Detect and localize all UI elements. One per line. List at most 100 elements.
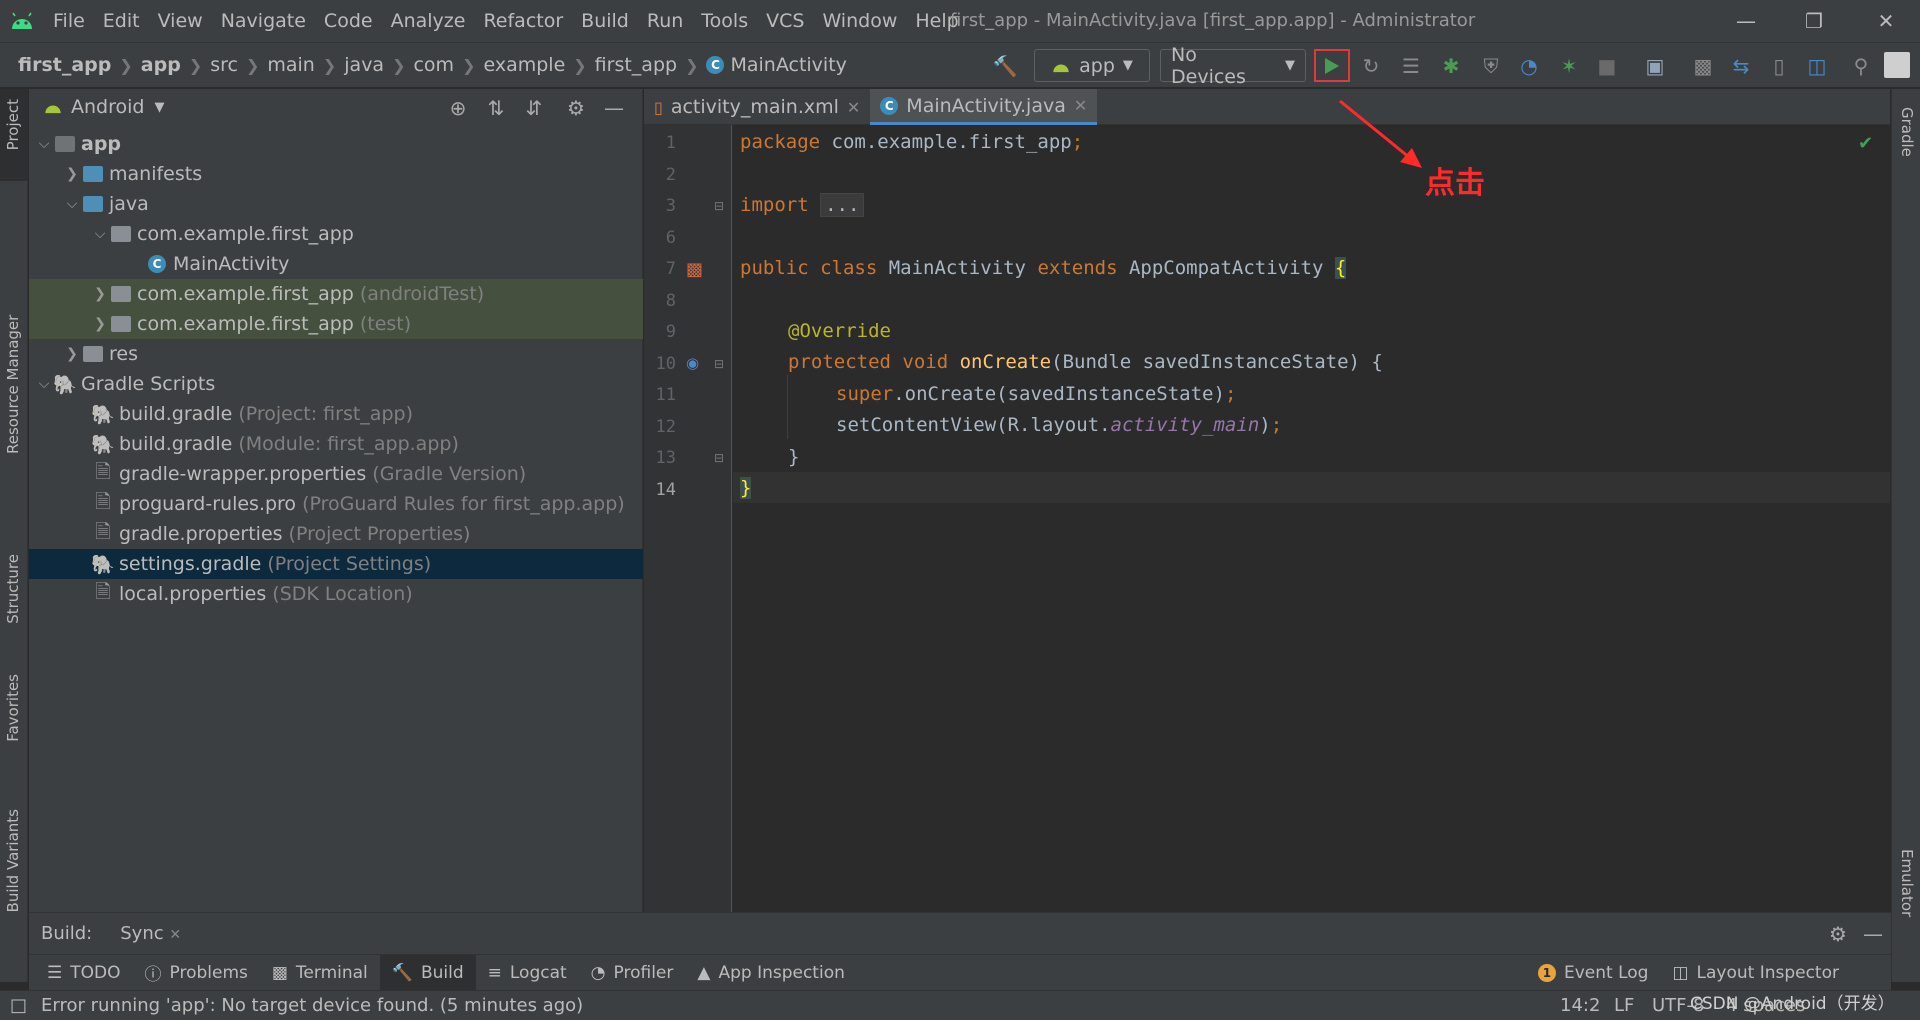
project-structure-icon[interactable]: ▣ (1640, 49, 1670, 82)
hide-panel-icon[interactable]: — (1863, 922, 1883, 946)
tree-node-proguard-rules[interactable]: 🗎 proguard-rules.pro (ProGuard Rules for… (29, 489, 643, 519)
tool-tab-favorites[interactable]: Favorites (4, 674, 22, 742)
override-method-gutter-icon[interactable]: ◉ (686, 354, 699, 372)
tree-node-app[interactable]: ⌵ app (29, 129, 643, 159)
tab-profiler[interactable]: ◔ Profiler (579, 955, 686, 991)
sync-gradle-icon[interactable]: ⇆ (1726, 49, 1756, 82)
breadcrumb-item[interactable]: main ❯ (267, 54, 344, 76)
tool-tab-emulator[interactable]: Emulator (1898, 849, 1916, 917)
breadcrumb-item[interactable]: example ❯ (483, 54, 594, 76)
menu-view[interactable]: View (149, 0, 212, 42)
menu-vcs[interactable]: VCS (757, 0, 813, 42)
tab-todo[interactable]: ☰ TODO (35, 955, 133, 991)
fold-marker-icon[interactable]: ⊟ (714, 357, 724, 371)
tree-node-build-gradle-module[interactable]: 🐘 build.gradle (Module: first_app.app) (29, 429, 643, 459)
menu-tools[interactable]: Tools (692, 0, 757, 42)
breadcrumb-item[interactable]: app ❯ (141, 54, 210, 76)
menu-build[interactable]: Build (572, 0, 638, 42)
gear-icon[interactable]: ⚙ (1829, 922, 1847, 946)
dropdown-arrow-icon[interactable]: ▼ (154, 100, 164, 115)
close-tab-icon[interactable]: ✕ (1074, 96, 1087, 115)
tree-node-build-gradle-project[interactable]: 🐘 build.gradle (Project: first_app) (29, 399, 643, 429)
close-tab-icon[interactable]: ✕ (169, 927, 181, 943)
tree-node-res[interactable]: ❯ res (29, 339, 643, 369)
android-layout-gutter-icon[interactable]: ▩ (686, 259, 703, 280)
tab-activity-main-xml[interactable]: ▯ activity_main.xml ✕ (644, 89, 870, 125)
breadcrumb-item[interactable]: src ❯ (210, 54, 267, 76)
tree-node-package[interactable]: ⌵ com.example.first_app (29, 219, 643, 249)
tool-tab-gradle[interactable]: Gradle (1898, 107, 1916, 157)
menu-code[interactable]: Code (315, 0, 382, 42)
close-tab-icon[interactable]: ✕ (847, 98, 860, 117)
breadcrumb-item[interactable]: first_app ❯ (595, 54, 707, 76)
search-icon[interactable]: ⚲ (1846, 49, 1876, 82)
tab-layout-inspector[interactable]: ◫ Layout Inspector (1660, 955, 1851, 991)
close-window-button[interactable]: ✕ (1856, 0, 1916, 42)
breadcrumb-item[interactable]: java ❯ (344, 54, 413, 76)
apply-code-changes-icon[interactable]: ☰ (1396, 49, 1426, 82)
cursor-position[interactable]: 14:2 (1560, 995, 1600, 1016)
folded-imports[interactable]: ... (820, 193, 865, 217)
breadcrumb-item[interactable]: C MainActivity (706, 54, 847, 76)
breadcrumb-item[interactable]: first_app ❯ (18, 54, 141, 76)
expand-all-icon[interactable]: ⇅ (483, 95, 509, 121)
collapse-all-icon[interactable]: ⇵ (521, 95, 547, 121)
project-view-select[interactable]: Android (71, 96, 144, 118)
restore-button[interactable]: ❐ (1784, 0, 1844, 42)
tree-node-package-androidtest[interactable]: ❯ com.example.first_app (androidTest) (29, 279, 643, 309)
tool-tab-structure[interactable]: Structure (4, 554, 22, 624)
fold-marker-icon[interactable]: ⊟ (714, 451, 724, 465)
make-project-hammer-icon[interactable]: 🔨 (990, 49, 1020, 82)
device-manager-icon[interactable]: ▯ (1764, 49, 1794, 82)
tool-tab-build-variants[interactable]: Build Variants (4, 809, 22, 912)
profile-icon[interactable]: ◔ (1514, 49, 1544, 82)
device-select[interactable]: No Devices ▼ (1160, 44, 1306, 88)
debug-bug-icon[interactable]: ✱ (1436, 49, 1466, 82)
tree-node-manifests[interactable]: ❯ manifests (29, 159, 643, 189)
menu-analyze[interactable]: Analyze (382, 0, 475, 42)
avatar[interactable] (1884, 52, 1910, 78)
terminal-window-icon[interactable]: ▩ (1688, 49, 1718, 82)
tree-node-mainactivity[interactable]: C MainActivity (29, 249, 643, 279)
tree-node-gradle-scripts[interactable]: ⌵ 🐘 Gradle Scripts (29, 369, 643, 399)
menu-window[interactable]: Window (813, 0, 906, 42)
no-problems-check-icon[interactable]: ✔ (1858, 133, 1873, 154)
select-opened-file-icon[interactable]: ⊕ (445, 95, 471, 121)
tree-node-package-test[interactable]: ❯ com.example.first_app (test) (29, 309, 643, 339)
line-separator[interactable]: LF (1614, 995, 1634, 1016)
attach-debugger-icon[interactable]: ✶ (1554, 49, 1584, 82)
run-config-select[interactable]: app ▼ (1034, 49, 1150, 82)
tool-tab-project[interactable]: Project (4, 99, 22, 150)
gear-icon[interactable]: ⚙ (563, 95, 589, 121)
code-editor[interactable]: 1 2 3 6 7 8 9 10 11 12 13 14 ⊟ ▩ ◉ ⊟ ⊟ p… (644, 125, 1890, 912)
tab-problems[interactable]: ⓘ Problems (133, 955, 260, 991)
tab-event-log[interactable]: 1 Event Log (1526, 955, 1660, 991)
menu-edit[interactable]: Edit (94, 0, 149, 42)
stop-icon[interactable]: ■ (1592, 49, 1622, 82)
tab-logcat[interactable]: ≡ Logcat (476, 955, 579, 991)
minimize-button[interactable]: — (1716, 0, 1776, 42)
apply-changes-icon[interactable]: ↻ (1356, 49, 1386, 82)
tree-node-gradle-properties[interactable]: 🗎 gradle.properties (Project Properties) (29, 519, 643, 549)
tab-build[interactable]: 🔨 Build (379, 954, 476, 991)
menu-navigate[interactable]: Navigate (212, 0, 315, 42)
fold-marker-icon[interactable]: ⊟ (714, 199, 724, 213)
status-message[interactable]: Error running 'app': No target device fo… (41, 995, 583, 1016)
hide-panel-icon[interactable]: — (601, 95, 627, 121)
tree-node-settings-gradle[interactable]: 🐘 settings.gradle (Project Settings) (29, 549, 643, 579)
tab-terminal[interactable]: ▩ Terminal (260, 955, 380, 991)
tree-node-java[interactable]: ⌵ java (29, 189, 643, 219)
menu-run[interactable]: Run (638, 0, 692, 42)
tree-node-gradle-wrapper-properties[interactable]: 🗎 gradle-wrapper.properties (Gradle Vers… (29, 459, 643, 489)
menu-file[interactable]: File (44, 0, 94, 42)
toggle-tool-windows-icon[interactable]: □ (10, 995, 27, 1016)
sdk-manager-icon[interactable]: ◫ (1802, 49, 1832, 82)
tab-sync[interactable]: Sync ✕ (120, 923, 181, 944)
tab-mainactivity-java[interactable]: C MainActivity.java ✕ (870, 89, 1098, 125)
tool-tab-resource-manager[interactable]: Resource Manager (4, 209, 22, 454)
menu-refactor[interactable]: Refactor (474, 0, 572, 42)
coverage-icon[interactable]: ⛨ (1476, 49, 1506, 82)
run-button[interactable] (1314, 49, 1350, 82)
tree-node-local-properties[interactable]: 🗎 local.properties (SDK Location) (29, 579, 643, 609)
breadcrumb-item[interactable]: com ❯ (413, 54, 483, 76)
